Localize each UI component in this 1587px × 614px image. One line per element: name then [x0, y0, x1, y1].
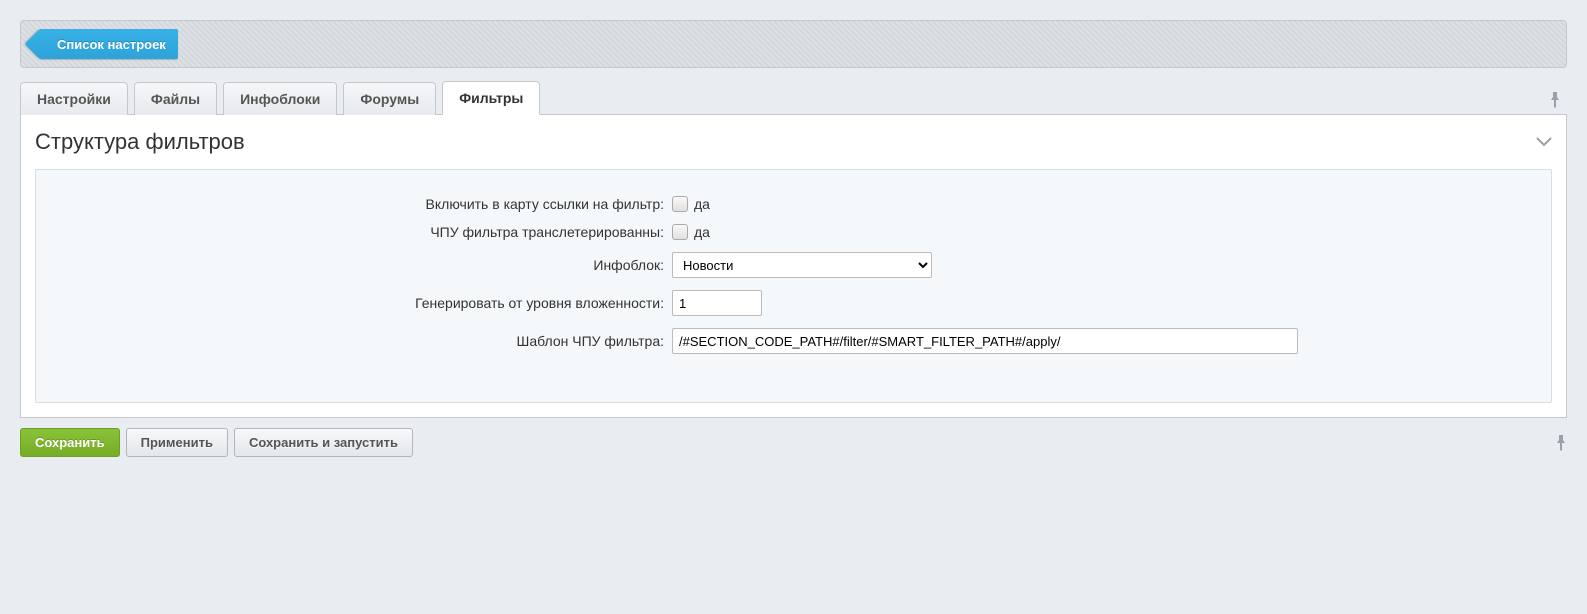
row-iblock: Инфоблок: Новости: [52, 252, 1535, 278]
save-and-run-button[interactable]: Сохранить и запустить: [234, 428, 413, 457]
tab-filters[interactable]: Фильтры: [442, 81, 540, 115]
checkbox-sef-transliterated[interactable]: [672, 224, 688, 240]
back-to-settings-button[interactable]: Список настроек: [39, 29, 178, 59]
checkbox-include-filter-links[interactable]: [672, 196, 688, 212]
tab-label: Фильтры: [459, 90, 523, 106]
tab-label: Форумы: [360, 91, 419, 107]
input-depth[interactable]: [672, 290, 762, 316]
buttons-row: Сохранить Применить Сохранить и запустит…: [20, 428, 1567, 457]
chevron-down-icon[interactable]: [1536, 137, 1552, 147]
label-sef-template: Шаблон ЧПУ фильтра:: [52, 333, 672, 349]
checkbox-text: да: [694, 196, 710, 212]
button-label: Сохранить: [35, 435, 105, 450]
save-button[interactable]: Сохранить: [20, 428, 120, 457]
tab-files[interactable]: Файлы: [134, 82, 217, 115]
tab-iblocks[interactable]: Инфоблоки: [223, 82, 337, 115]
pin-icon[interactable]: [1543, 86, 1567, 114]
row-sef-transliterated: ЧПУ фильтра транслетерированны: да: [52, 224, 1535, 240]
tab-forums[interactable]: Форумы: [343, 82, 436, 115]
section-header: Структура фильтров: [21, 115, 1566, 165]
row-include-filter-links: Включить в карту ссылки на фильтр: да: [52, 196, 1535, 212]
button-label: Применить: [141, 435, 213, 450]
select-iblock[interactable]: Новости: [672, 252, 932, 278]
tab-label: Инфоблоки: [240, 91, 320, 107]
section-title: Структура фильтров: [35, 129, 1536, 155]
label-sef-transliterated: ЧПУ фильтра транслетерированны:: [52, 224, 672, 240]
checkbox-text: да: [694, 224, 710, 240]
tabs-row: Настройки Файлы Инфоблоки Форумы Фильтры: [20, 80, 1567, 115]
row-sef-template: Шаблон ЧПУ фильтра:: [52, 328, 1535, 354]
button-label: Сохранить и запустить: [249, 435, 398, 450]
label-iblock: Инфоблок:: [52, 257, 672, 273]
tab-label: Файлы: [151, 91, 200, 107]
toolbar: Список настроек: [20, 20, 1567, 68]
apply-button[interactable]: Применить: [126, 428, 228, 457]
content-panel: Структура фильтров Включить в карту ссыл…: [20, 115, 1567, 418]
input-sef-template[interactable]: [672, 328, 1298, 354]
label-depth: Генерировать от уровня вложенности:: [52, 295, 672, 311]
tab-settings[interactable]: Настройки: [20, 82, 128, 115]
form-area: Включить в карту ссылки на фильтр: да ЧП…: [35, 169, 1552, 403]
row-depth: Генерировать от уровня вложенности:: [52, 290, 1535, 316]
back-button-label: Список настроек: [57, 37, 166, 52]
tab-label: Настройки: [37, 91, 111, 107]
pin-icon[interactable]: [1555, 435, 1567, 451]
label-include-filter-links: Включить в карту ссылки на фильтр:: [52, 196, 672, 212]
